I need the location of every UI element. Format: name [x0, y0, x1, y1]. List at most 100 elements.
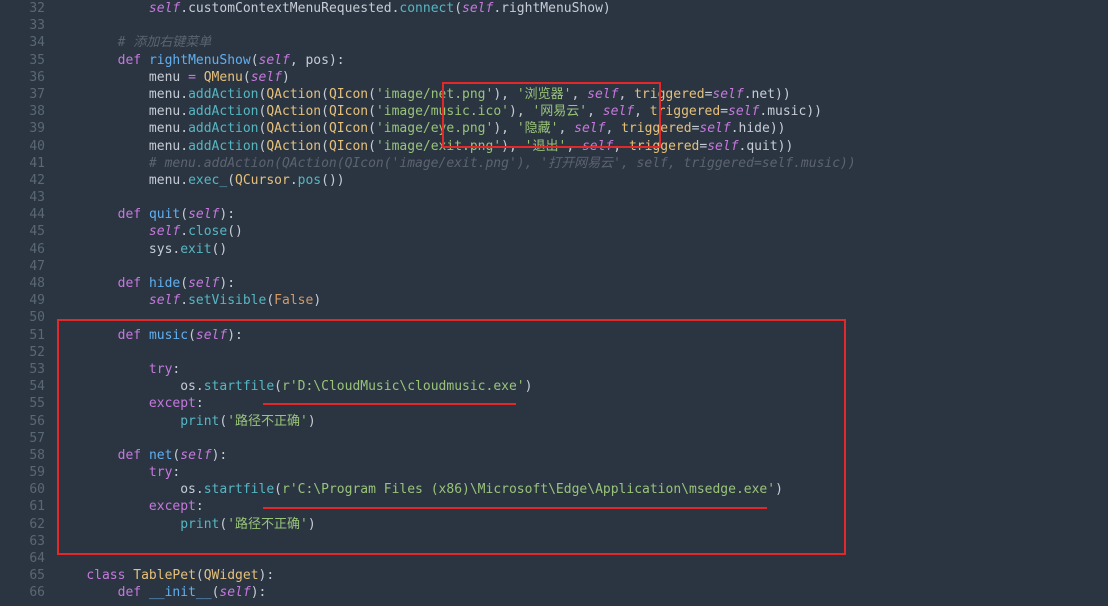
code-content[interactable]: # 添加右键菜单	[55, 34, 1108, 51]
line-number: 36	[0, 69, 55, 86]
line-number: 56	[0, 413, 55, 430]
line-number: 51	[0, 327, 55, 344]
code-line[interactable]: 40 menu.addAction(QAction(QIcon('image/e…	[0, 138, 1108, 155]
code-line[interactable]: 46 sys.exit()	[0, 241, 1108, 258]
line-number: 53	[0, 361, 55, 378]
line-number: 62	[0, 516, 55, 533]
line-number: 48	[0, 275, 55, 292]
code-content[interactable]: try:	[55, 361, 1108, 378]
line-number: 33	[0, 17, 55, 34]
code-content[interactable]: def quit(self):	[55, 206, 1108, 223]
code-content[interactable]	[55, 430, 1108, 447]
code-line[interactable]: 37 menu.addAction(QAction(QIcon('image/n…	[0, 86, 1108, 103]
code-content[interactable]: self.setVisible(False)	[55, 292, 1108, 309]
code-content[interactable]: def net(self):	[55, 447, 1108, 464]
code-content[interactable]: def rightMenuShow(self, pos):	[55, 52, 1108, 69]
code-content[interactable]: def music(self):	[55, 327, 1108, 344]
code-content[interactable]: menu.exec_(QCursor.pos())	[55, 172, 1108, 189]
code-editor[interactable]: 32 self.customContextMenuRequested.conne…	[0, 0, 1108, 602]
code-content[interactable]: def __init__(self):	[55, 584, 1108, 601]
line-number: 34	[0, 34, 55, 51]
code-line[interactable]: 50	[0, 309, 1108, 326]
code-content[interactable]: os.startfile(r'C:\Program Files (x86)\Mi…	[55, 481, 1108, 498]
code-content[interactable]: class TablePet(QWidget):	[55, 567, 1108, 584]
line-number: 44	[0, 206, 55, 223]
code-line[interactable]: 63	[0, 533, 1108, 550]
code-content[interactable]: def hide(self):	[55, 275, 1108, 292]
code-line[interactable]: 32 self.customContextMenuRequested.conne…	[0, 0, 1108, 17]
line-number: 61	[0, 498, 55, 515]
code-line[interactable]: 41 # menu.addAction(QAction(QIcon('image…	[0, 155, 1108, 172]
code-content[interactable]: print('路径不正确')	[55, 413, 1108, 430]
line-number: 55	[0, 395, 55, 412]
code-line[interactable]: 38 menu.addAction(QAction(QIcon('image/m…	[0, 103, 1108, 120]
line-number: 41	[0, 155, 55, 172]
code-line[interactable]: 47	[0, 258, 1108, 275]
code-line[interactable]: 33	[0, 17, 1108, 34]
code-content[interactable]: menu.addAction(QAction(QIcon('image/eye.…	[55, 120, 1108, 137]
code-line[interactable]: 57	[0, 430, 1108, 447]
line-number: 35	[0, 52, 55, 69]
code-content[interactable]	[55, 533, 1108, 550]
code-content[interactable]: try:	[55, 464, 1108, 481]
code-line[interactable]: 48 def hide(self):	[0, 275, 1108, 292]
line-number: 52	[0, 344, 55, 361]
code-line[interactable]: 58 def net(self):	[0, 447, 1108, 464]
line-number: 49	[0, 292, 55, 309]
line-number: 50	[0, 309, 55, 326]
code-line[interactable]: 49 self.setVisible(False)	[0, 292, 1108, 309]
code-line[interactable]: 53 try:	[0, 361, 1108, 378]
line-number: 58	[0, 447, 55, 464]
line-number: 65	[0, 567, 55, 584]
line-number: 63	[0, 533, 55, 550]
line-number: 59	[0, 464, 55, 481]
code-line[interactable]: 64	[0, 550, 1108, 567]
code-line[interactable]: 34 # 添加右键菜单	[0, 34, 1108, 51]
code-line[interactable]: 35 def rightMenuShow(self, pos):	[0, 52, 1108, 69]
code-content[interactable]: print('路径不正确')	[55, 516, 1108, 533]
code-line[interactable]: 60 os.startfile(r'C:\Program Files (x86)…	[0, 481, 1108, 498]
code-line[interactable]: 42 menu.exec_(QCursor.pos())	[0, 172, 1108, 189]
code-content[interactable]: self.customContextMenuRequested.connect(…	[55, 0, 1108, 17]
line-number: 45	[0, 223, 55, 240]
code-line[interactable]: 65 class TablePet(QWidget):	[0, 567, 1108, 584]
code-content[interactable]: self.close()	[55, 223, 1108, 240]
line-number: 64	[0, 550, 55, 567]
line-number: 47	[0, 258, 55, 275]
code-content[interactable]: menu.addAction(QAction(QIcon('image/net.…	[55, 86, 1108, 103]
code-line[interactable]: 54 os.startfile(r'D:\CloudMusic\cloudmus…	[0, 378, 1108, 395]
line-number: 42	[0, 172, 55, 189]
code-content[interactable]: # menu.addAction(QAction(QIcon('image/ex…	[55, 155, 1108, 172]
code-content[interactable]: except:	[55, 395, 1108, 412]
code-line[interactable]: 52	[0, 344, 1108, 361]
code-line[interactable]: 56 print('路径不正确')	[0, 413, 1108, 430]
line-number: 43	[0, 189, 55, 206]
line-number: 32	[0, 0, 55, 17]
code-content[interactable]: sys.exit()	[55, 241, 1108, 258]
code-content[interactable]: menu.addAction(QAction(QIcon('image/exit…	[55, 138, 1108, 155]
code-content[interactable]	[55, 309, 1108, 326]
code-line[interactable]: 44 def quit(self):	[0, 206, 1108, 223]
code-line[interactable]: 55 except:	[0, 395, 1108, 412]
code-content[interactable]	[55, 189, 1108, 206]
code-line[interactable]: 66 def __init__(self):	[0, 584, 1108, 601]
code-content[interactable]	[55, 17, 1108, 34]
code-line[interactable]: 62 print('路径不正确')	[0, 516, 1108, 533]
code-content[interactable]: menu = QMenu(self)	[55, 69, 1108, 86]
code-line[interactable]: 36 menu = QMenu(self)	[0, 69, 1108, 86]
code-content[interactable]	[55, 344, 1108, 361]
code-content[interactable]	[55, 550, 1108, 567]
line-number: 57	[0, 430, 55, 447]
code-line[interactable]: 39 menu.addAction(QAction(QIcon('image/e…	[0, 120, 1108, 137]
code-line[interactable]: 61 except:	[0, 498, 1108, 515]
code-content[interactable]: except:	[55, 498, 1108, 515]
code-line[interactable]: 45 self.close()	[0, 223, 1108, 240]
code-line[interactable]: 59 try:	[0, 464, 1108, 481]
code-line[interactable]: 43	[0, 189, 1108, 206]
code-line[interactable]: 51 def music(self):	[0, 327, 1108, 344]
code-content[interactable]: menu.addAction(QAction(QIcon('image/musi…	[55, 103, 1108, 120]
code-content[interactable]: os.startfile(r'D:\CloudMusic\cloudmusic.…	[55, 378, 1108, 395]
code-content[interactable]	[55, 258, 1108, 275]
line-number: 46	[0, 241, 55, 258]
line-number: 60	[0, 481, 55, 498]
